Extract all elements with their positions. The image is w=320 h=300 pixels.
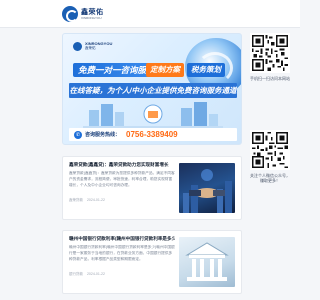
- qr-code-icon: [252, 35, 288, 71]
- post-excerpt: 鑫荣贷款(鑫鑫贷)：鑫荣贷款为您提供多种贷款产品，满足不同客户的资金需求，流程简…: [69, 171, 175, 187]
- logo-name: 鑫荣佑: [81, 8, 104, 16]
- wechat-qr-code: [250, 129, 290, 170]
- custom-plan-badge: 定制方案: [146, 63, 184, 77]
- promo-banner[interactable]: XINRONGYOU 鑫荣佑 免费一对一咨询服务 定制方案 税务策划 在线答疑，…: [62, 33, 242, 145]
- banner-brand: XINRONGYOU 鑫荣佑: [73, 42, 112, 51]
- phone-icon: ✆: [74, 130, 82, 139]
- post-category[interactable]: 银行贷款: [69, 272, 83, 276]
- post-meta: 鑫荣贷款 2024-01-22: [69, 198, 175, 203]
- post-meta: 银行贷款 2024-01-22: [69, 272, 175, 277]
- logo-subtitle: XINRONGYOU: [81, 15, 102, 20]
- banner-brand-cn: 鑫荣佑: [85, 46, 96, 51]
- site-logo[interactable]: 鑫荣佑 XINRONGYOU: [62, 5, 104, 23]
- hotline-bar[interactable]: ✆ 咨询服务热线： 0756-3389409: [69, 128, 237, 141]
- qr-caption-wechat: 关注个人微信公众号，赚取更多！: [250, 172, 290, 184]
- post-thumbnail[interactable]: [179, 237, 235, 287]
- post-category[interactable]: 鑫荣贷款: [69, 198, 83, 202]
- hotline-number[interactable]: 0756-3389409: [126, 130, 178, 139]
- post-thumbnail[interactable]: [179, 163, 235, 213]
- post-date: 2024-01-22: [86, 272, 105, 277]
- sidebar: 手机扫一扫访问本网站 关注个人微信公众号，赚取更多！: [250, 33, 290, 184]
- logo-icon: [62, 6, 78, 22]
- business-handshake-image: [183, 169, 232, 213]
- post-title[interactable]: 鑫荣贷款(鑫鑫贷)：鑫荣贷款助力您实现财富增长: [69, 162, 175, 168]
- site-qr-code: [250, 33, 290, 73]
- site-header: 鑫荣佑 XINRONGYOU: [0, 0, 300, 28]
- brand-icon: [73, 42, 82, 51]
- tax-planning-badge: 税务策划: [187, 63, 225, 77]
- post-title[interactable]: 赣州中国银行贷款利率(赣州中国银行贷款利率是多少): [69, 236, 175, 242]
- bank-building-image: [185, 242, 229, 281]
- hotline-label: 咨询服务热线：: [85, 132, 121, 138]
- city-illustration: [83, 102, 223, 128]
- banner-slogan: 在线答疑，为个人/中小企业提供免费咨询服务通道: [69, 83, 237, 98]
- post-card[interactable]: 赣州中国银行贷款利率(赣州中国银行贷款利率是多少) 赣州中国银行贷款利率(赣州中…: [62, 230, 242, 294]
- wechat-qr-icon: [252, 131, 288, 168]
- post-date: 2024-01-22: [86, 198, 105, 203]
- post-card[interactable]: 鑫荣贷款(鑫鑫贷)：鑫荣贷款助力您实现财富增长 鑫荣贷款(鑫鑫贷)：鑫荣贷款为您…: [62, 156, 242, 220]
- qr-caption-site: 手机扫一扫访问本网站: [250, 76, 290, 81]
- post-excerpt: 赣州中国银行贷款利率(赣州中国银行贷款利率是多少)赣州中国银行是一家服务于当地的…: [69, 245, 175, 261]
